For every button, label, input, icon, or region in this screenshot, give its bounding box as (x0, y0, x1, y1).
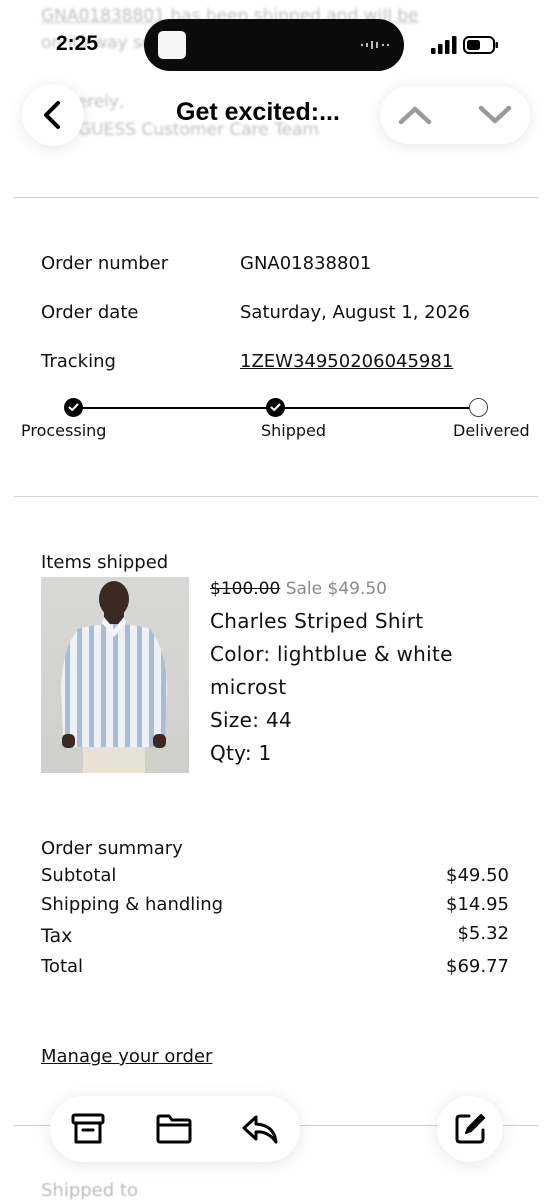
compose-icon (455, 1114, 485, 1144)
items-shipped-title: Items shipped (41, 552, 169, 573)
product-size: Size: 44 (210, 708, 292, 732)
message-nav (380, 86, 530, 144)
original-price: $100.00 (210, 579, 281, 599)
folder-icon (156, 1114, 192, 1144)
summary-value: $49.50 (446, 865, 509, 886)
order-number-label: Order number (41, 253, 169, 274)
audio-wave-icon (360, 41, 390, 49)
shipped-to-heading: Shipped to (41, 1180, 138, 1200)
manage-order-link[interactable]: Manage your order (41, 1046, 212, 1067)
archive-icon (71, 1113, 105, 1144)
compose-button[interactable] (437, 1096, 503, 1162)
tracking-link[interactable]: 1ZEW34950206045981 (240, 351, 453, 372)
product-color: Color: lightblue & white (210, 642, 453, 666)
step-label-shipped: Shipped (261, 421, 327, 440)
summary-value: $69.77 (446, 956, 509, 977)
bottom-toolbar (50, 1096, 300, 1162)
reply-icon (242, 1115, 278, 1144)
summary-label: Subtotal (41, 865, 117, 886)
divider (14, 197, 538, 198)
product-image[interactable] (41, 577, 189, 773)
archive-button[interactable] (68, 1109, 108, 1149)
chevron-up-icon (398, 106, 432, 125)
previous-message-button[interactable] (394, 94, 436, 136)
back-button[interactable] (22, 84, 84, 146)
app-thumbnail-icon (158, 31, 186, 59)
product-qty: Qty: 1 (210, 741, 272, 765)
product-name[interactable]: Charles Striped Shirt (210, 609, 423, 633)
dynamic-island (144, 19, 404, 71)
product-price: $100.00 Sale $49.50 (210, 579, 387, 599)
signal-icon (431, 36, 457, 54)
product-color-continued: microst (210, 675, 287, 699)
step-delivered-circle-icon (469, 398, 488, 417)
order-number-value: GNA01838801 (240, 253, 372, 274)
tracking-label: Tracking (41, 351, 116, 372)
reply-button[interactable] (240, 1109, 280, 1149)
chevron-left-icon (44, 101, 60, 129)
product-photo (61, 581, 167, 773)
summary-value: $5.32 (457, 923, 509, 944)
summary-label: Shipping & handling (41, 894, 224, 915)
divider (14, 496, 538, 497)
battery-icon (463, 36, 498, 54)
summary-value: $14.95 (446, 894, 509, 915)
order-date-label: Order date (41, 302, 139, 323)
order-summary-title: Order summary (41, 838, 183, 859)
step-label-delivered: Delivered (453, 421, 530, 440)
step-label-processing: Processing (21, 421, 107, 440)
order-date-value: Saturday, August 1, 2026 (240, 302, 470, 323)
status-time: 2:25 (56, 32, 99, 55)
chevron-down-icon (478, 105, 512, 124)
page-title: Get excited:... (176, 98, 340, 126)
step-shipped-check-icon (266, 398, 285, 417)
step-processing-check-icon (64, 398, 83, 417)
sale-price: Sale $49.50 (285, 579, 387, 599)
summary-label: Total (41, 956, 84, 977)
summary-label: Tax (41, 925, 73, 947)
next-message-button[interactable] (474, 94, 516, 136)
move-to-folder-button[interactable] (154, 1109, 194, 1149)
